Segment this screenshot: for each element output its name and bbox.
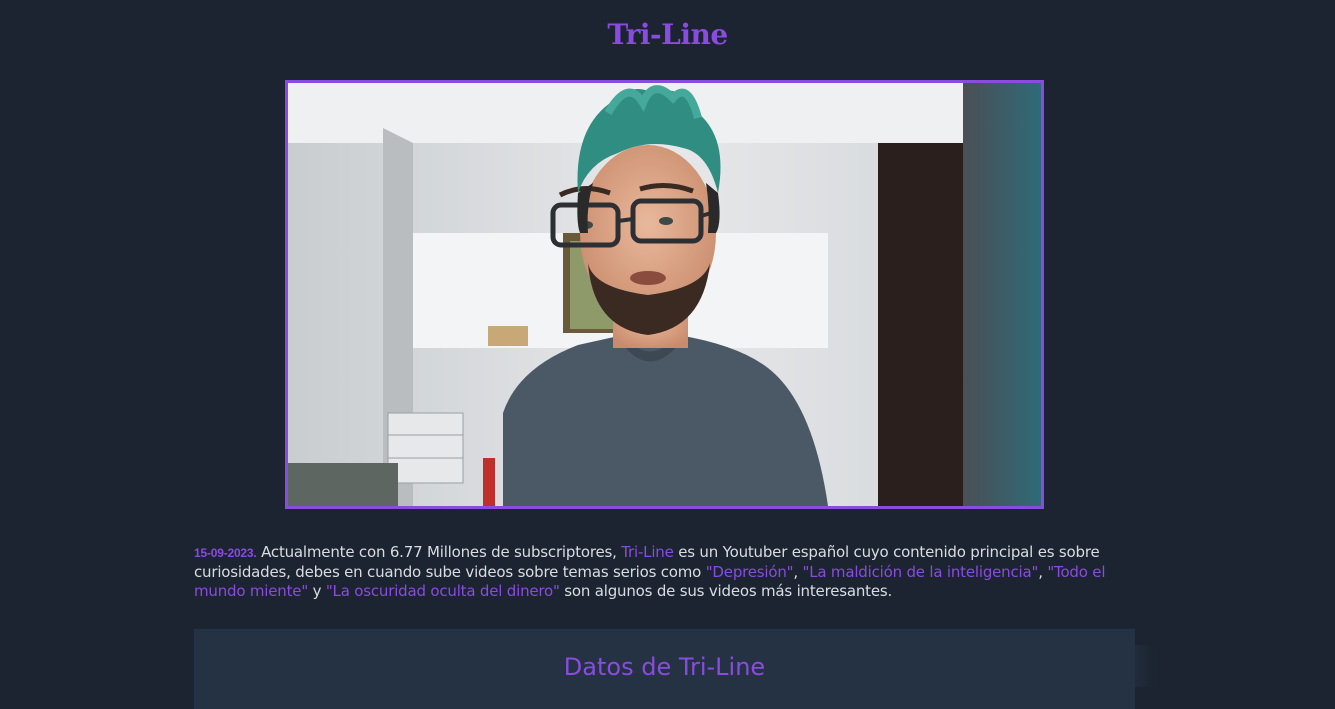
publication-date: 15-09-2023. [194,546,257,560]
separator: y [308,582,326,600]
card-shadow [1135,645,1155,687]
description-text: son algunos de sus videos más interesant… [559,582,893,600]
page-title: Tri-Line [607,18,728,51]
video-link-maldicion-inteligencia[interactable]: "La maldición de la inteligencia" [803,563,1039,581]
separator: , [1038,563,1048,581]
description-paragraph: 15-09-2023. Actualmente con 6.77 Millone… [194,543,1142,601]
video-link-depresion[interactable]: "Depresión" [706,563,794,581]
data-section-heading: Datos de Tri-Line [563,653,766,681]
channel-name: Tri-Line [621,543,674,561]
profile-photo [285,80,1044,509]
video-link-oscuridad-dinero[interactable]: "La oscuridad oculta del dinero" [326,582,560,600]
description-text: Actualmente con 6.77 Millones de subscri… [256,543,622,561]
data-card: Datos de Tri-Line [194,629,1135,709]
separator: , [793,563,803,581]
